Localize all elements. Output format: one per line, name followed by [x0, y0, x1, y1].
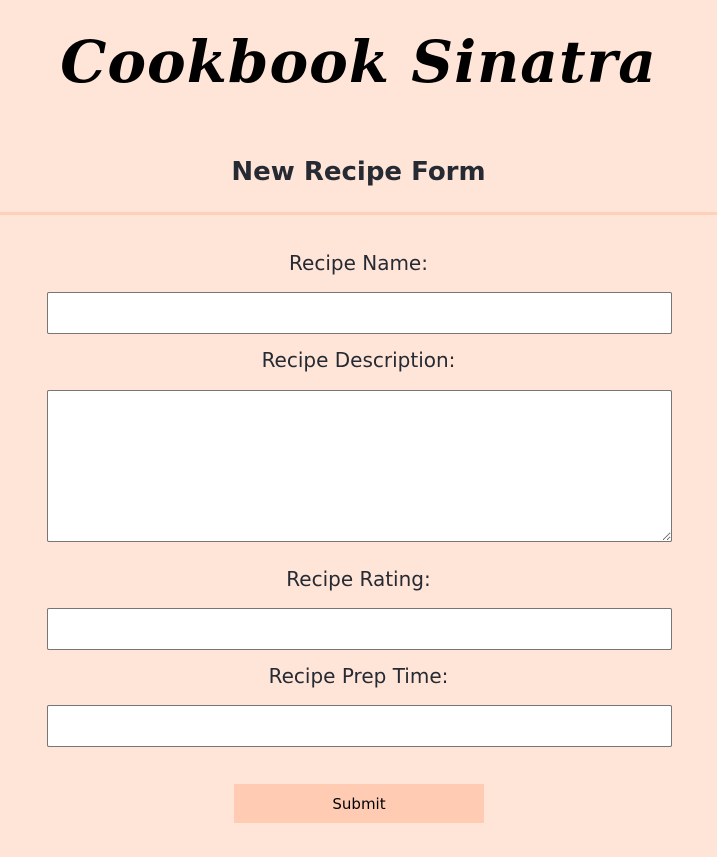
- recipe-prep-time-input[interactable]: [47, 705, 672, 747]
- recipe-rating-label: Recipe Rating:: [286, 567, 431, 591]
- recipe-description-label: Recipe Description:: [261, 348, 456, 372]
- header-divider: [0, 212, 717, 215]
- recipe-description-textarea[interactable]: [47, 390, 672, 542]
- recipe-rating-input[interactable]: [47, 608, 672, 650]
- site-title: Cookbook Sinatra: [60, 28, 657, 96]
- recipe-name-input[interactable]: [47, 292, 672, 334]
- form-heading: New Recipe Form: [231, 157, 486, 187]
- recipe-prep-time-label: Recipe Prep Time:: [268, 664, 449, 688]
- submit-button[interactable]: Submit: [234, 784, 484, 823]
- recipe-name-label: Recipe Name:: [289, 251, 428, 275]
